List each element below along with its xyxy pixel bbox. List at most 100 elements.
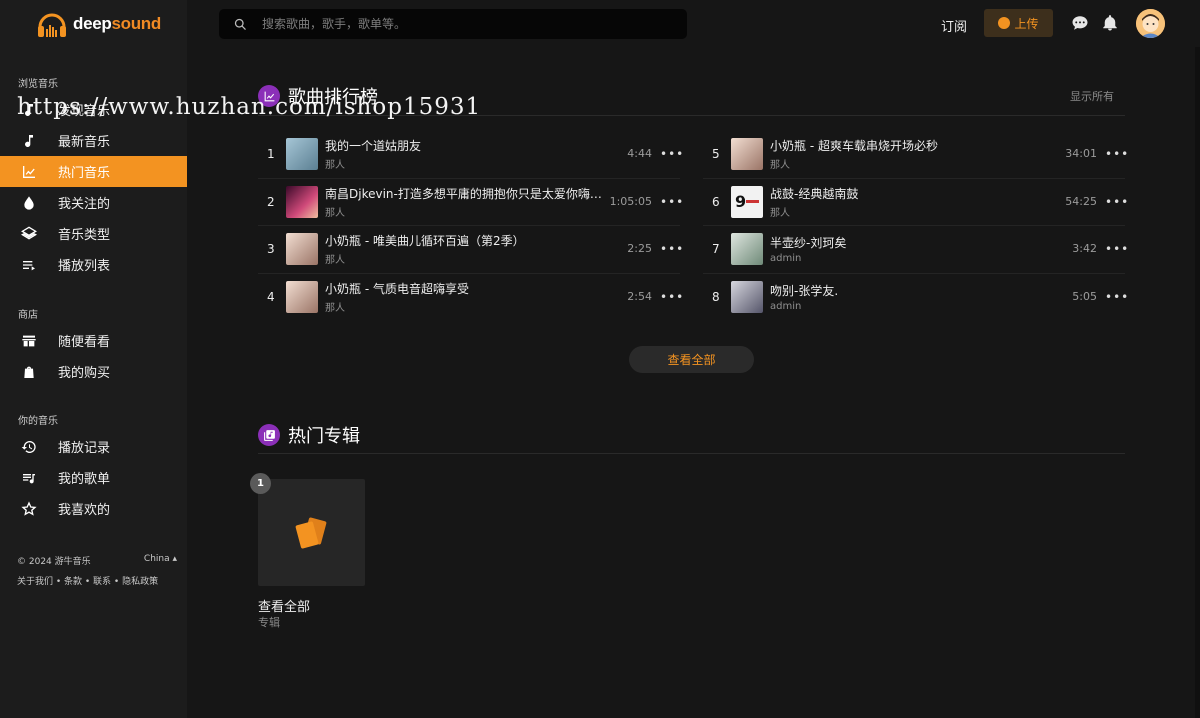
- track-artist[interactable]: admin: [770, 253, 1072, 264]
- divider: [258, 453, 1125, 454]
- track-rank: 7: [712, 241, 720, 256]
- history-icon: [20, 438, 37, 455]
- more-options-icon[interactable]: •••: [660, 195, 683, 209]
- track-row[interactable]: 7 半壶纱-刘珂矣 admin 3:42 •••: [703, 225, 1128, 272]
- search-input[interactable]: [262, 17, 687, 31]
- track-title: 小奶瓶 - 超爽车载串烧开场必秒: [770, 138, 938, 153]
- nav-label: 播放列表: [58, 259, 111, 274]
- show-all-link[interactable]: 显示所有: [1070, 88, 1114, 104]
- track-rank: 3: [267, 241, 275, 256]
- upload-icon: [998, 17, 1011, 29]
- album-title[interactable]: 查看全部: [258, 596, 310, 615]
- track-artist[interactable]: 那人: [325, 299, 627, 314]
- track-cover: [731, 137, 763, 170]
- shopping-bag-icon: [20, 363, 37, 380]
- track-row[interactable]: 8 吻别-张学友. admin 5:05 •••: [703, 273, 1128, 320]
- track-cover: 9: [731, 185, 763, 218]
- track-cover: [286, 185, 318, 218]
- top-header: 订阅 上传: [187, 0, 1200, 47]
- track-rank: 8: [712, 289, 720, 304]
- track-duration: 2:25: [627, 242, 652, 255]
- nav-label: 热门音乐: [58, 166, 111, 181]
- nav-genres[interactable]: 音乐类型: [0, 218, 187, 249]
- nav-following[interactable]: 我关注的: [0, 187, 187, 218]
- nav-label: 我的购买: [58, 366, 111, 381]
- track-title: 我的一个道姑朋友: [325, 138, 422, 153]
- track-title: 南昌Djkevin-打造多想平庸的拥抱你只是太爱你嗨串...: [325, 186, 610, 201]
- track-title: 小奶瓶 - 气质电音超嗨享受: [325, 281, 469, 296]
- track-row[interactable]: 5 小奶瓶 - 超爽车载串烧开场必秒 那人 34:01 •••: [703, 130, 1128, 177]
- scrollbar[interactable]: [1195, 47, 1200, 718]
- track-title: 小奶瓶 - 唯美曲儿循环百遍（第2季）: [325, 233, 525, 248]
- track-title: 战鼓-经典越南鼓: [770, 186, 859, 201]
- queue-music-icon: [20, 469, 37, 486]
- more-options-icon[interactable]: •••: [1105, 242, 1128, 256]
- nav-label: 随便看看: [58, 335, 111, 350]
- watermark-text: https://www.huzhan.com/ishop15931: [17, 94, 482, 120]
- more-options-icon[interactable]: •••: [1105, 195, 1128, 209]
- sidebar-footer: © 2024 游牛音乐 China ▴ 关于我们 • 条款 • 联系 • 隐私政…: [17, 554, 177, 587]
- music-note-icon: [20, 132, 37, 149]
- nav-hot[interactable]: 热门音乐: [0, 156, 187, 187]
- copyright: © 2024 游牛音乐: [17, 557, 91, 567]
- section-title: 热门专辑: [288, 426, 360, 447]
- nav-browse-store[interactable]: 随便看看: [0, 325, 187, 356]
- track-row[interactable]: 1 我的一个道姑朋友 那人 4:44 •••: [258, 130, 683, 177]
- search-bar[interactable]: [219, 9, 687, 39]
- album-subtitle: 专辑: [258, 616, 280, 629]
- section-title-browse: 浏览音乐: [18, 79, 58, 90]
- chat-icon[interactable]: [1071, 14, 1089, 32]
- store-icon: [20, 332, 37, 349]
- more-options-icon[interactable]: •••: [1105, 147, 1128, 161]
- track-artist[interactable]: 那人: [770, 204, 1065, 219]
- nav-label: 我喜欢的: [58, 503, 111, 518]
- nav-label: 音乐类型: [58, 228, 111, 243]
- nav-favorites[interactable]: 我喜欢的: [0, 493, 187, 524]
- track-artist[interactable]: 那人: [770, 156, 1065, 171]
- track-row[interactable]: 3 小奶瓶 - 唯美曲儿循环百遍（第2季） 那人 2:25 •••: [258, 225, 683, 272]
- bell-icon[interactable]: [1101, 14, 1119, 32]
- track-row[interactable]: 6 9 战鼓-经典越南鼓 那人 54:25 •••: [703, 178, 1128, 225]
- track-duration: 2:54: [627, 290, 652, 303]
- track-title: 吻别-张学友.: [770, 283, 839, 298]
- view-all-button[interactable]: 查看全部: [629, 346, 754, 373]
- track-artist[interactable]: 那人: [325, 251, 627, 266]
- track-rank: 2: [267, 194, 275, 209]
- nav-playlists[interactable]: 播放列表: [0, 249, 187, 280]
- section-title-mine: 你的音乐: [18, 416, 58, 427]
- track-artist[interactable]: admin: [770, 301, 1072, 312]
- track-row[interactable]: 2 南昌Djkevin-打造多想平庸的拥抱你只是太爱你嗨串... 那人 1:05:…: [258, 178, 683, 225]
- track-duration: 34:01: [1065, 147, 1097, 160]
- track-title: 半壶纱-刘珂矣: [770, 235, 847, 250]
- user-avatar[interactable]: [1136, 9, 1165, 38]
- more-options-icon[interactable]: •••: [1105, 290, 1128, 304]
- footer-links[interactable]: 关于我们 • 条款 • 联系 • 隐私政策: [17, 574, 177, 587]
- nav-label: 播放记录: [58, 441, 111, 456]
- region-selector[interactable]: China ▴: [144, 554, 177, 567]
- more-options-icon[interactable]: •••: [660, 290, 683, 304]
- subscribe-link[interactable]: 订阅: [941, 16, 967, 35]
- more-options-icon[interactable]: •••: [660, 242, 683, 256]
- album-icon: [258, 424, 280, 446]
- logo[interactable]: deepsound: [36, 8, 161, 40]
- upload-button[interactable]: 上传: [984, 9, 1053, 37]
- trending-chart-icon: [20, 163, 37, 180]
- drop-icon: [20, 194, 37, 211]
- track-row[interactable]: 4 小奶瓶 - 气质电音超嗨享受那人 2:54 •••: [258, 273, 683, 320]
- nav-label: 我关注的: [58, 197, 111, 212]
- headphones-logo-icon: [36, 9, 68, 39]
- track-duration: 5:05: [1072, 290, 1097, 303]
- track-artist[interactable]: 那人: [325, 156, 627, 171]
- nav-my-playlists[interactable]: 我的歌单: [0, 462, 187, 493]
- album-card[interactable]: [258, 479, 365, 586]
- svg-text:9: 9: [735, 192, 746, 211]
- nav-history[interactable]: 播放记录: [0, 431, 187, 462]
- nav-purchases[interactable]: 我的购买: [0, 356, 187, 387]
- track-cover: [286, 137, 318, 170]
- more-options-icon[interactable]: •••: [660, 147, 683, 161]
- track-rank: 4: [267, 289, 275, 304]
- nav-latest[interactable]: 最新音乐: [0, 125, 187, 156]
- track-artist[interactable]: 那人: [325, 204, 610, 219]
- search-icon: [234, 18, 246, 30]
- track-cover: [286, 232, 318, 265]
